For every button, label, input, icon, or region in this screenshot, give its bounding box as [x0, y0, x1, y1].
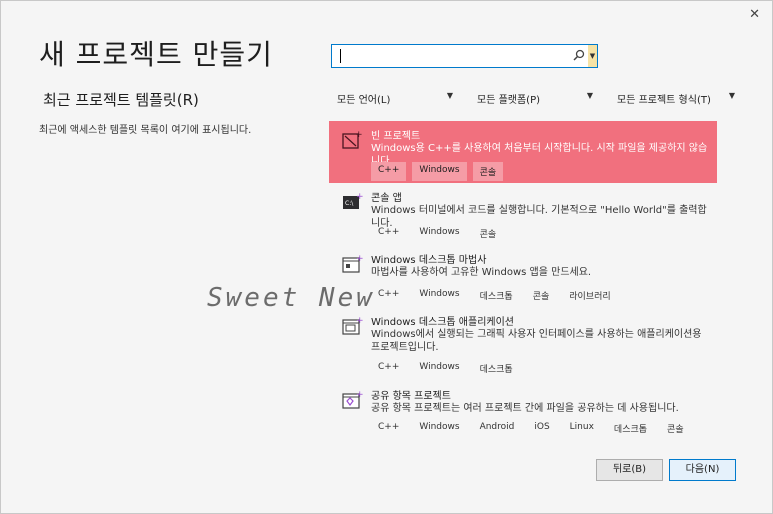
template-tags: C++ Windows 콘솔 — [371, 162, 504, 181]
project-type-filter-label: 모든 프로젝트 형식(T) — [617, 95, 711, 106]
tag: 콘솔 — [472, 162, 504, 181]
next-button[interactable]: 다음(N) — [669, 459, 736, 481]
tag: Windows — [412, 162, 467, 181]
tag: Linux — [569, 422, 594, 432]
template-description: Windows에서 실행되는 그래픽 사용자 인터페이스를 사용하는 애플리케이… — [371, 329, 702, 353]
chevron-down-icon: ▼ — [728, 91, 735, 100]
template-name: 빈 프로젝트 — [371, 131, 421, 142]
template-tags: C++ Windows 데스크톱 콘솔 라이브러리 — [371, 286, 618, 305]
tag: Android — [479, 422, 515, 432]
chevron-down-icon: ▼ — [446, 91, 453, 100]
template-item-console-app[interactable]: C:\ + 콘솔 앱 Windows 터미널에서 코드를 실행합니다. 기본적으로… — [329, 183, 717, 245]
template-tags: C++ Windows Android iOS Linux 데스크톱 콘솔 — [371, 419, 691, 438]
tag: Windows — [419, 422, 460, 432]
tag: C++ — [378, 227, 400, 237]
template-description: 마법사를 사용하여 고유한 Windows 앱을 만드세요. — [371, 267, 592, 278]
template-description: 공유 항목 프로젝트는 여러 프로젝트 간에 파일을 공유하는 데 사용됩니다. — [371, 403, 679, 414]
template-item-desktop-application[interactable]: + Windows 데스크톱 애플리케이션 Windows에서 실행되는 그래픽… — [329, 307, 717, 381]
shared-items-icon: + — [341, 389, 364, 411]
template-tags: C++ Windows 콘솔 — [371, 224, 503, 243]
tag: 데스크톱 — [479, 365, 513, 375]
tag: 라이브러리 — [569, 292, 611, 302]
empty-project-icon: + — [341, 129, 363, 151]
template-list: + 빈 프로젝트 Windows용 C++를 사용하여 처음부터 시작합니다. … — [329, 121, 719, 441]
page-title: 새 프로젝트 만들기 — [39, 38, 273, 71]
desktop-wizard-icon: + — [341, 253, 364, 275]
template-name: Windows 데스크톱 애플리케이션 — [371, 317, 514, 328]
text-caret — [340, 49, 341, 63]
template-name: 콘솔 앱 — [371, 193, 402, 204]
tag: C++ — [378, 422, 400, 432]
svg-text:+: + — [356, 254, 363, 264]
template-item-empty-project[interactable]: + 빈 프로젝트 Windows용 C++를 사용하여 처음부터 시작합니다. … — [329, 121, 717, 183]
template-item-shared-items[interactable]: + 공유 항목 프로젝트 공유 항목 프로젝트는 여러 프로젝트 간에 파일을 … — [329, 381, 717, 441]
tag: 데스크톱 — [613, 425, 648, 435]
tag: iOS — [534, 422, 550, 432]
tag: C++ — [371, 162, 407, 181]
recent-templates-empty-message: 최근에 액세스한 템플릿 목록이 여기에 표시됩니다. — [39, 125, 252, 136]
desktop-app-icon: + — [341, 315, 364, 337]
svg-text:+: + — [356, 192, 363, 202]
search-icon[interactable] — [573, 49, 585, 64]
tag: 콘솔 — [667, 425, 684, 435]
template-name: Windows 데스크톱 마법사 — [371, 255, 487, 266]
back-button[interactable]: 뒤로(B) — [596, 459, 663, 481]
svg-text:+: + — [356, 390, 363, 400]
language-filter[interactable]: 모든 언어(L) ▼ — [331, 88, 457, 108]
template-name: 공유 항목 프로젝트 — [371, 391, 451, 402]
tag: 콘솔 — [479, 230, 497, 240]
chevron-down-icon: ▼ — [586, 91, 593, 100]
recent-templates-heading: 최근 프로젝트 템플릿(R) — [43, 91, 199, 109]
svg-text:+: + — [356, 316, 363, 326]
dialog-window: ✕ 새 프로젝트 만들기 최근 프로젝트 템플릿(R) 최근에 액세스한 템플릿… — [0, 0, 773, 514]
tag: 데스크톱 — [479, 292, 513, 302]
tag: 콘솔 — [532, 292, 550, 302]
tag: Windows — [419, 289, 460, 299]
tag: C++ — [378, 289, 400, 299]
project-type-filter[interactable]: 모든 프로젝트 형식(T) ▼ — [611, 88, 739, 108]
tag: Windows — [419, 362, 460, 372]
language-filter-label: 모든 언어(L) — [337, 95, 391, 106]
search-dropdown-icon[interactable]: ▼ — [588, 45, 597, 67]
platform-filter-label: 모든 플랫폼(P) — [477, 95, 541, 106]
template-tags: C++ Windows 데스크톱 — [371, 359, 520, 378]
template-item-desktop-wizard[interactable]: + Windows 데스크톱 마법사 마법사를 사용하여 고유한 Windows… — [329, 245, 717, 307]
svg-text:C:\: C:\ — [345, 200, 354, 207]
tag: C++ — [378, 362, 400, 372]
search-input[interactable]: ▼ — [331, 44, 598, 68]
close-icon[interactable]: ✕ — [749, 7, 760, 22]
platform-filter[interactable]: 모든 플랫폼(P) ▼ — [471, 88, 597, 108]
tag: Windows — [419, 227, 460, 237]
watermark-text: Sweet New — [207, 283, 375, 313]
svg-text:+: + — [355, 130, 363, 140]
console-app-icon: C:\ + — [341, 191, 364, 213]
